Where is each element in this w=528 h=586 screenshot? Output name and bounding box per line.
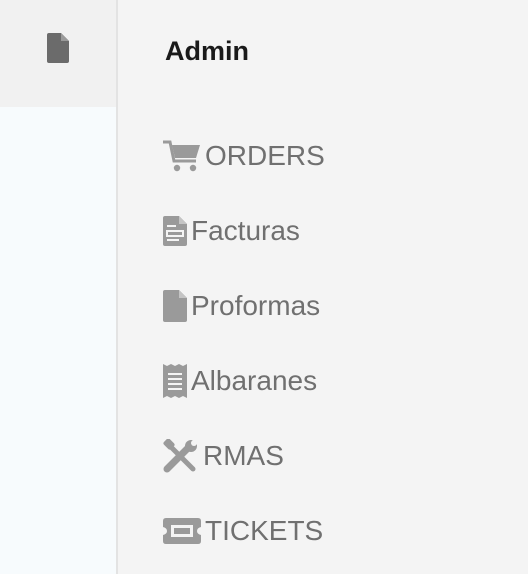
document-icon [47,32,69,63]
menu-item-tickets[interactable]: TICKETS [163,511,325,586]
menu-item-facturas[interactable]: Facturas [163,211,325,286]
menu-item-albaranes[interactable]: Albaranes [163,361,325,436]
menu-item-label: Albaranes [191,365,318,396]
menu-item-label: ORDERS [205,140,325,171]
menu-item-rmas[interactable]: RMAS [163,436,325,511]
document-icon [163,286,187,326]
admin-panel: Admin ORDERS Facturas Proformas Albarane… [118,0,528,574]
invoice-icon [163,211,187,251]
receipt-icon [163,361,187,401]
panel-title: Admin [165,36,249,66]
menu-item-orders[interactable]: ORDERS [163,136,325,211]
menu-item-label: Facturas [191,215,300,246]
menu-item-proformas[interactable]: Proformas [163,286,325,361]
cart-icon [163,136,201,176]
sidebar-rail [0,0,116,574]
tools-icon [163,436,199,476]
menu-item-label: RMAS [203,440,284,471]
admin-menu: ORDERS Facturas Proformas Albaranes RMAS… [163,136,325,586]
rail-item-documents[interactable] [0,0,116,107]
menu-item-label: TICKETS [205,515,324,546]
menu-item-label: Proformas [191,290,321,321]
ticket-icon [163,511,201,551]
